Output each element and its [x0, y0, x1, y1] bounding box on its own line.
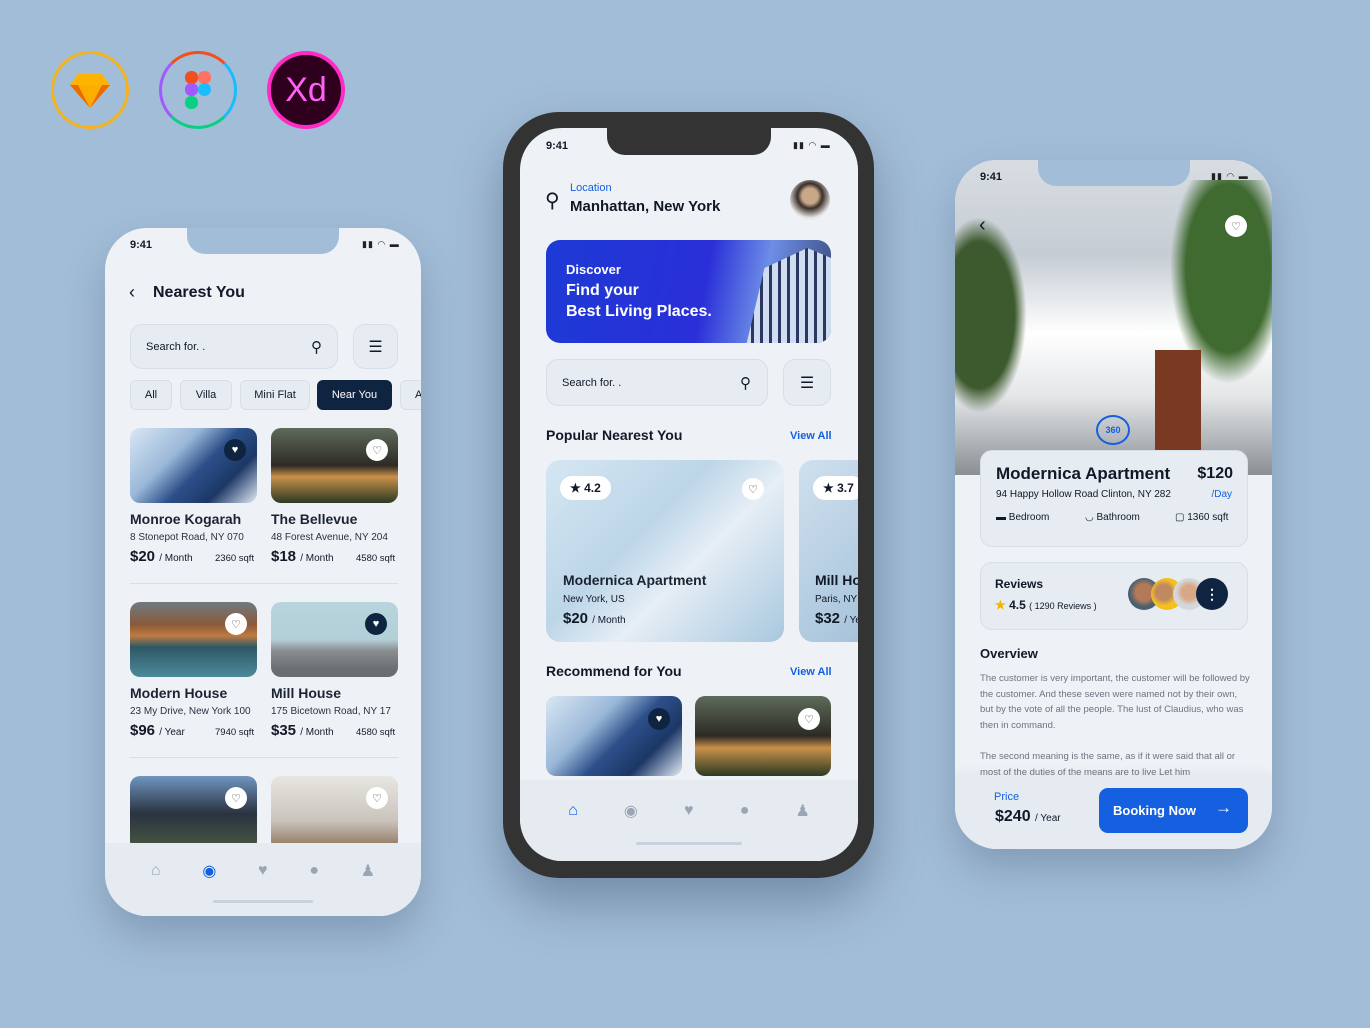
divider — [130, 757, 398, 758]
filter-button[interactable]: ☰ — [353, 324, 398, 369]
reviews-card[interactable]: Reviews ★ 4.5 ( 1290 Reviews ) ⋮ — [980, 562, 1248, 630]
heart-icon[interactable]: ♡ — [225, 787, 247, 809]
view-360-button[interactable]: 360 — [1096, 415, 1130, 445]
more-reviewers-icon[interactable]: ⋮ — [1196, 578, 1228, 610]
arrow-right-icon: → — [1215, 798, 1232, 817]
chat-icon[interactable]: ● — [740, 802, 750, 820]
xd-logo: Xd — [267, 51, 345, 129]
user-icon[interactable]: ♟ — [796, 801, 810, 821]
heart-icon[interactable]: ♥ — [648, 708, 670, 730]
chip-mini-flat[interactable]: Mini Flat — [240, 380, 310, 410]
heart-icon[interactable]: ♥ — [224, 439, 246, 461]
heart-icon[interactable]: ♡ — [366, 787, 388, 809]
search-icon: ⚲ — [740, 374, 751, 392]
bottom-nav: ⌂ ◉ ♥ ● ♟ — [520, 780, 858, 861]
heart-icon[interactable]: ♡ — [1225, 215, 1247, 237]
chat-icon[interactable]: ● — [309, 862, 319, 880]
building-image — [745, 248, 831, 343]
back-icon[interactable]: ‹ — [979, 214, 986, 237]
heart-icon[interactable]: ♥ — [684, 802, 694, 820]
sliders-icon: ☰ — [799, 374, 815, 392]
compass-icon[interactable]: ◉ — [202, 861, 216, 881]
heart-icon[interactable]: ♡ — [225, 613, 247, 635]
chip-villa[interactable]: Villa — [180, 380, 232, 410]
user-icon[interactable]: ♟ — [361, 861, 375, 881]
discover-banner[interactable]: Discover Find your Best Living Places. — [546, 240, 831, 343]
heart-icon[interactable]: ♡ — [798, 708, 820, 730]
area-icon: ▢ 1360 sqft — [1175, 512, 1229, 523]
nearest-you-screen: 9:41 ▮▮ ◠ ▬ ‹ Nearest You Search for. . … — [105, 228, 421, 916]
notch — [187, 228, 339, 254]
bottom-nav: ⌂ ◉ ♥ ● ♟ — [105, 843, 421, 916]
sketch-logo — [51, 51, 129, 129]
heart-icon[interactable]: ♥ — [258, 862, 268, 880]
home-indicator — [636, 842, 742, 845]
view-all-popular[interactable]: View All — [790, 430, 832, 442]
location-selector[interactable]: Manhattan, New York — [570, 198, 720, 215]
rating-badge: ★ 4.2 — [560, 476, 611, 500]
heart-icon[interactable]: ♡ — [366, 439, 388, 461]
notch — [607, 128, 771, 155]
bath-icon: ◡ Bathroom — [1085, 512, 1140, 523]
status-icons: ▮▮ ◠ ▬ — [1211, 171, 1249, 181]
property-info-card: Modernica Apartment $120 94 Happy Hollow… — [980, 450, 1248, 547]
status-icons: ▮▮ ◠ ▬ — [793, 140, 831, 150]
star-icon: ★ — [995, 598, 1006, 612]
compass-icon[interactable]: ◉ — [624, 801, 638, 821]
home-indicator — [213, 900, 313, 903]
search-input[interactable]: Search for. . ⚲ — [130, 324, 338, 369]
location-pin-icon: ⚲ — [545, 190, 560, 212]
heart-icon[interactable]: ♥ — [365, 613, 387, 635]
search-input[interactable]: Search for. . ⚲ — [546, 359, 768, 406]
figma-logo — [159, 51, 237, 129]
chip-more[interactable]: A — [400, 380, 421, 410]
booking-bar: Price $240 / Year Booking Now → — [955, 775, 1272, 849]
rating-badge: ★ 3.7 — [813, 476, 858, 500]
home-screen: 9:41 ▮▮ ◠ ▬ ⚲ Location Manhattan, New Yo… — [520, 128, 858, 861]
booking-now-button[interactable]: Booking Now → — [1099, 788, 1248, 833]
status-icons: ▮▮ ◠ ▬ — [362, 239, 400, 249]
heart-icon[interactable]: ♡ — [742, 478, 764, 500]
detail-screen: 9:41 ▮▮ ◠ ▬ ‹ ♡ 360 Modernica Apartment … — [955, 160, 1272, 849]
chip-all[interactable]: All — [130, 380, 172, 410]
filter-button[interactable]: ☰ — [783, 359, 831, 406]
divider — [130, 583, 398, 584]
avatar[interactable] — [790, 180, 830, 220]
home-icon[interactable]: ⌂ — [568, 802, 578, 820]
page-title: Nearest You — [153, 284, 245, 301]
bed-icon: ▬ Bedroom — [996, 512, 1050, 523]
popular-card[interactable]: ★ 3.7 Mill House Paris, NY $32 / Year — [799, 460, 858, 642]
view-all-recommend[interactable]: View All — [790, 666, 832, 678]
home-icon[interactable]: ⌂ — [151, 862, 161, 880]
back-icon[interactable]: ‹ — [129, 282, 135, 303]
notch — [1038, 160, 1190, 186]
sliders-icon: ☰ — [368, 338, 383, 356]
chip-near-you[interactable]: Near You — [317, 380, 392, 410]
popular-card[interactable]: ★ 4.2 ♡ Modernica Apartment New York, US… — [546, 460, 784, 642]
search-icon: ⚲ — [311, 338, 322, 356]
